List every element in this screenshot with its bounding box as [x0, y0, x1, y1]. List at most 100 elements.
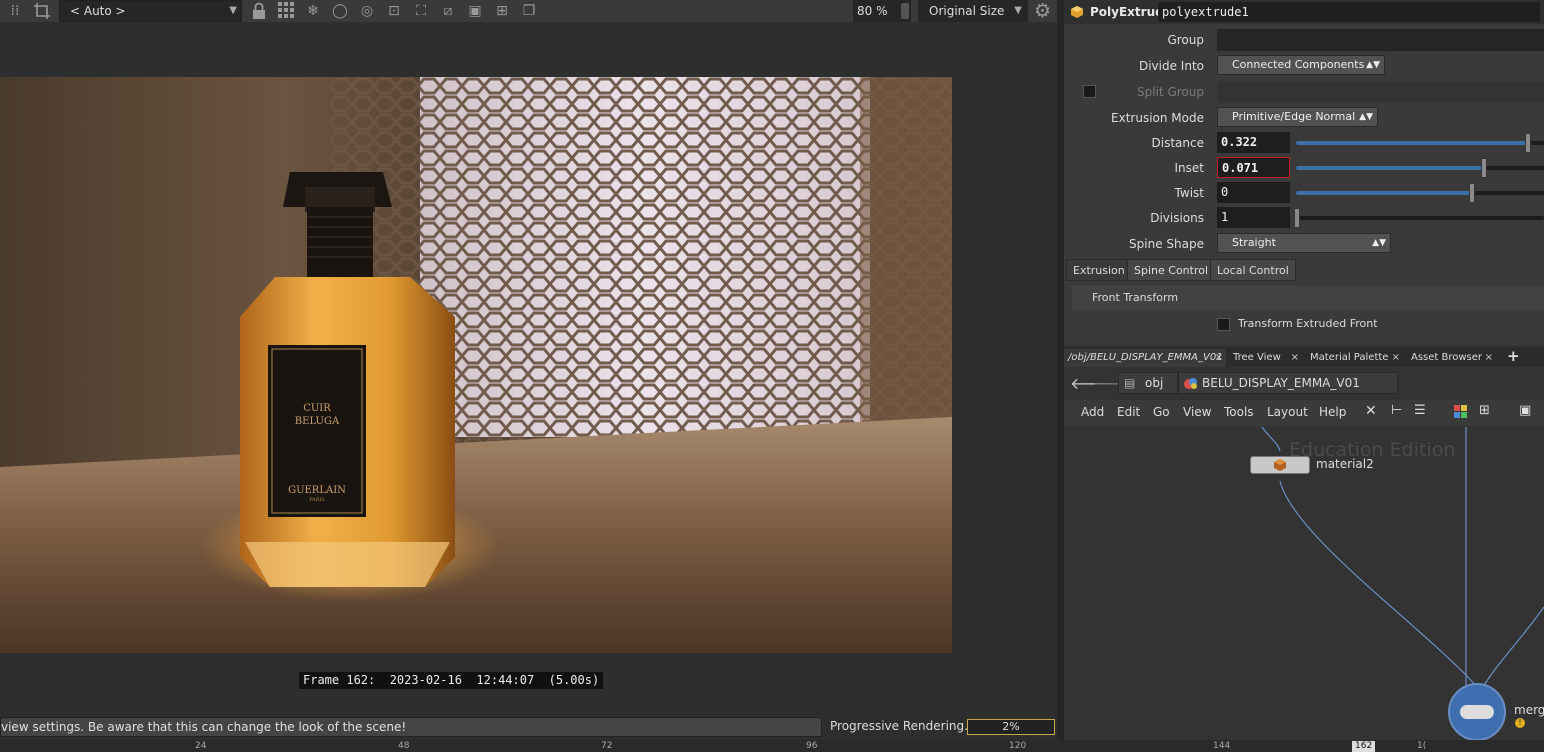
timeline-tick: 96	[806, 741, 818, 751]
menu-help[interactable]: Help	[1319, 405, 1346, 419]
tab-asset-browser-label: Asset Browser	[1411, 352, 1483, 363]
inset-slider[interactable]	[1296, 158, 1544, 178]
split-group-label: Split Group	[1137, 85, 1204, 99]
render-progress: 2%	[967, 719, 1055, 735]
material2-node[interactable]	[1250, 456, 1310, 474]
group-field[interactable]	[1217, 29, 1544, 51]
target-icon[interactable]: ◎	[358, 2, 376, 20]
geometry-object-icon	[1183, 376, 1199, 390]
status-message: view settings. Be aware that this can ch…	[0, 717, 822, 737]
tab-extrusion[interactable]: Extrusion	[1066, 259, 1132, 281]
chevron-down-icon: ▼	[1014, 5, 1022, 16]
render-viewer: ⁞⁞ < Auto > ▼ ❄ ◯ ◎ ⊡ ⛶ ⧄ ▣ ⊞ ❐ 80 % Ori…	[0, 0, 1057, 752]
material2-label: material2	[1316, 457, 1374, 471]
bottle-brand-sub: PARIS	[309, 497, 325, 503]
node-header: PolyExtrude polyextrude1	[1064, 0, 1544, 24]
close-icon[interactable]: ×	[1291, 349, 1299, 367]
grip-icon[interactable]: ⁞⁞	[6, 2, 24, 20]
path-current-button[interactable]: BELU_DISPLAY_EMMA_V01	[1178, 372, 1398, 394]
snapshot-icon[interactable]: ▣	[1519, 403, 1531, 418]
crop-icon[interactable]	[33, 2, 51, 20]
updown-arrow-icon: ▲▼	[1359, 112, 1373, 122]
tab-local-control[interactable]: Local Control	[1210, 259, 1296, 281]
grid-icon[interactable]	[277, 2, 295, 20]
group-label: Group	[1167, 33, 1204, 47]
menu-add[interactable]: Add	[1081, 405, 1104, 419]
distance-field[interactable]: 0.322	[1217, 132, 1290, 153]
menu-go[interactable]: Go	[1153, 405, 1170, 419]
front-transform-section[interactable]: Front Transform	[1072, 286, 1544, 310]
menu-edit[interactable]: Edit	[1117, 405, 1140, 419]
size-select[interactable]: Original Size ▼	[918, 0, 1028, 22]
expand-region-icon[interactable]: ⛶	[412, 2, 430, 20]
tab-asset-browser[interactable]: Asset Browser ×	[1407, 349, 1496, 367]
folder-icon: ▤	[1124, 376, 1136, 390]
close-icon[interactable]: ×	[1215, 349, 1223, 367]
inset-label: Inset	[1174, 161, 1204, 175]
progressive-rendering-label: Progressive Rendering...	[830, 719, 976, 733]
edit-region-icon[interactable]: ⧄	[439, 2, 457, 20]
shape-palette-icon[interactable]: ⊞	[1479, 403, 1490, 418]
timeline-tick: 144	[1213, 741, 1231, 751]
menu-tools[interactable]: Tools	[1224, 405, 1254, 419]
extrusion-mode-value: Primitive/Edge Normal	[1232, 110, 1356, 123]
tab-network-path[interactable]: /obj/BELU_DISPLAY_EMMA_V01 ×	[1064, 349, 1226, 367]
updown-arrow-icon: ▲▼	[1366, 60, 1380, 70]
network-menu-bar: Add Edit Go View Tools Layout Help ✕ ⊢ ☰…	[1064, 400, 1544, 426]
current-frame-marker[interactable]: 162	[1352, 741, 1376, 752]
close-icon[interactable]: ×	[1392, 349, 1400, 367]
gear-icon[interactable]: ⚙	[1034, 0, 1051, 22]
transform-front-checkbox[interactable]	[1217, 318, 1230, 331]
timeline[interactable]: 24 48 72 96 120 144 162 1(	[0, 740, 1544, 752]
zoom-field[interactable]: 80 %	[853, 0, 911, 22]
updown-arrow-icon: ▲▼	[1372, 238, 1386, 248]
spine-shape-menu[interactable]: Straight ▲▼	[1217, 233, 1391, 253]
list-icon[interactable]: ☰	[1414, 403, 1426, 418]
twist-slider[interactable]	[1296, 183, 1544, 203]
lock-icon[interactable]	[250, 2, 268, 20]
tab-material-palette[interactable]: Material Palette ×	[1306, 349, 1403, 367]
path-root-label: obj	[1145, 376, 1164, 390]
tab-spine-control[interactable]: Spine Control	[1127, 259, 1216, 281]
divide-into-menu[interactable]: Connected Components ▲▼	[1217, 55, 1385, 75]
divisions-field[interactable]: 1	[1217, 207, 1290, 228]
path-obj-button[interactable]: ▤ obj	[1118, 372, 1178, 394]
extrusion-mode-menu[interactable]: Primitive/Edge Normal ▲▼	[1217, 107, 1378, 127]
warning-icon[interactable]: !	[1515, 718, 1525, 728]
pane-splitter[interactable]	[1057, 0, 1064, 740]
merge-node[interactable]	[1448, 683, 1506, 740]
transform-front-label: Transform Extruded Front	[1238, 317, 1378, 330]
lasso-icon[interactable]: ◯	[331, 2, 349, 20]
zoom-value: 80 %	[857, 4, 888, 18]
front-transform-title: Front Transform	[1092, 291, 1179, 304]
camera-select[interactable]: < Auto > ▼	[59, 0, 242, 22]
twist-field[interactable]: 0	[1217, 182, 1290, 203]
color-palette-icon[interactable]	[1454, 405, 1467, 418]
snowflake-icon[interactable]: ❄	[304, 2, 322, 20]
network-editor[interactable]: Education Edition material2 merge !	[1064, 427, 1544, 740]
focus-region-icon[interactable]: ⊡	[385, 2, 403, 20]
tab-material-palette-label: Material Palette	[1310, 352, 1389, 363]
distance-slider[interactable]	[1296, 133, 1544, 153]
add-snapshot-icon[interactable]: ⊞	[493, 2, 511, 20]
divisions-slider[interactable]	[1294, 208, 1544, 228]
menu-layout[interactable]: Layout	[1267, 405, 1308, 419]
extrusion-mode-label: Extrusion Mode	[1111, 111, 1204, 125]
tab-tree-view[interactable]: Tree View ×	[1229, 349, 1302, 367]
copy-icon[interactable]: ❐	[520, 2, 538, 20]
menu-view[interactable]: View	[1183, 405, 1211, 419]
size-select-value: Original Size	[929, 4, 1005, 18]
divisions-label: Divisions	[1150, 211, 1204, 225]
close-icon[interactable]: ×	[1485, 349, 1493, 367]
node-name-field[interactable]: polyextrude1	[1158, 2, 1540, 22]
spine-shape-value: Straight	[1232, 236, 1276, 249]
image-icon[interactable]: ▣	[466, 2, 484, 20]
twist-label: Twist	[1174, 186, 1204, 200]
viewer-toolbar: ⁞⁞ < Auto > ▼ ❄ ◯ ◎ ⊡ ⛶ ⧄ ▣ ⊞ ❐ 80 % Ori…	[0, 0, 1057, 22]
zoom-spinner[interactable]	[901, 3, 909, 19]
spine-shape-label: Spine Shape	[1129, 237, 1204, 251]
inset-field[interactable]: 0.071	[1217, 157, 1290, 178]
add-tab-icon[interactable]: +	[1507, 347, 1520, 365]
wrench-icon[interactable]: ✕	[1365, 403, 1377, 419]
tree-layout-icon[interactable]: ⊢	[1391, 403, 1402, 418]
